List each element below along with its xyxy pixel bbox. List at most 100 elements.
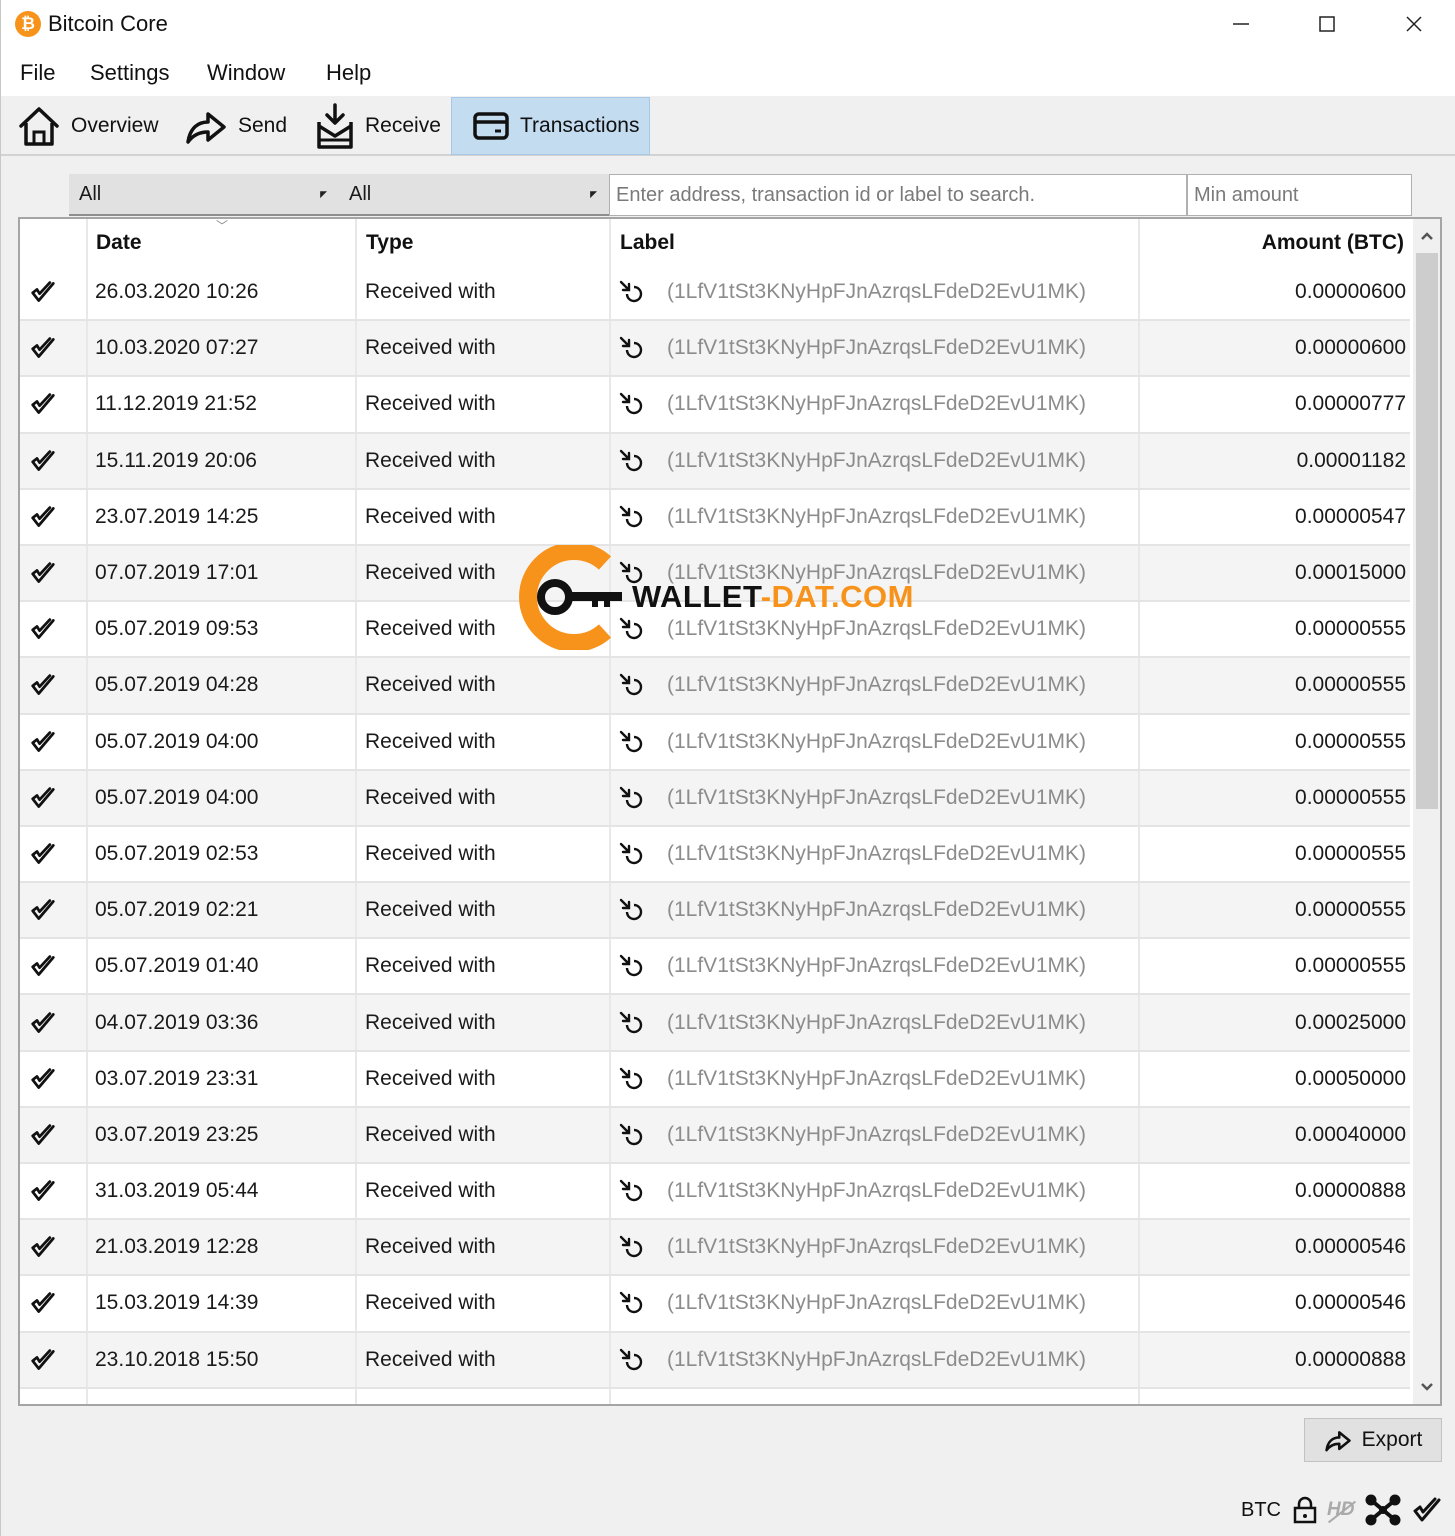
column-header-label[interactable]: Label bbox=[620, 231, 675, 255]
min-amount-input[interactable]: Min amount bbox=[1187, 174, 1412, 216]
transaction-date: 23.07.2019 14:25 bbox=[95, 504, 259, 528]
transaction-label: (1LfV1tSt3KNyHpFJnAzrqsLFdeD2EvU1MK) bbox=[667, 561, 1086, 585]
column-divider bbox=[1138, 995, 1140, 1050]
tab-transactions[interactable]: Transactions bbox=[451, 97, 650, 155]
column-divider bbox=[1138, 1332, 1140, 1387]
table-row[interactable]: 05.07.2019 09:53 Received with (1LfV1tSt3K… bbox=[20, 602, 1410, 659]
table-row[interactable]: 31.03.2019 05:44 Received with (1LfV1tSt3K… bbox=[20, 1164, 1410, 1221]
date-filter-value: All bbox=[79, 182, 102, 205]
tab-receive[interactable]: Receive bbox=[315, 97, 441, 155]
menu-file[interactable]: File bbox=[20, 60, 55, 86]
window-title: Bitcoin Core bbox=[48, 11, 168, 36]
transaction-label: (1LfV1tSt3KNyHpFJnAzrqsLFdeD2EvU1MK) bbox=[667, 1235, 1086, 1259]
column-divider bbox=[609, 714, 611, 769]
transaction-label: (1LfV1tSt3KNyHpFJnAzrqsLFdeD2EvU1MK) bbox=[667, 1010, 1086, 1034]
table-row[interactable]: 05.07.2019 04:28 Received with (1LfV1tSt3K… bbox=[20, 658, 1410, 715]
column-divider bbox=[355, 1164, 357, 1219]
tab-send[interactable]: Send bbox=[184, 97, 287, 155]
transaction-date: 23.10.2018 15:50 bbox=[95, 1347, 259, 1371]
search-input[interactable]: Enter address, transaction id or label t… bbox=[609, 174, 1187, 216]
column-divider bbox=[86, 714, 88, 769]
transaction-label: (1LfV1tSt3KNyHpFJnAzrqsLFdeD2EvU1MK) bbox=[667, 336, 1086, 360]
table-row[interactable]: 05.07.2019 04:00 Received with (1LfV1tSt3K… bbox=[20, 714, 1410, 771]
transaction-type: Received with bbox=[365, 336, 496, 360]
column-divider bbox=[1138, 602, 1140, 657]
table-row[interactable]: 03.07.2019 23:31 Received with (1LfV1tSt3K… bbox=[20, 1051, 1410, 1108]
table-row[interactable]: 10.03.2020 07:27 Received with (1LfV1tSt3K… bbox=[20, 321, 1410, 378]
table-row[interactable]: 11.12.2019 21:52 Received with (1LfV1tSt3K… bbox=[20, 377, 1410, 434]
close-button[interactable] bbox=[1371, 0, 1455, 48]
table-row[interactable]: 04.07.2019 03:36 Received with (1LfV1tSt3K… bbox=[20, 995, 1410, 1052]
status-bar: BTC HD bbox=[1241, 1490, 1452, 1530]
table-row[interactable]: 15.03.2019 14:39 Received with (1LfV1tSt3K… bbox=[20, 1276, 1410, 1333]
menu-help[interactable]: Help bbox=[326, 60, 371, 86]
column-divider bbox=[355, 545, 357, 601]
transaction-label: (1LfV1tSt3KNyHpFJnAzrqsLFdeD2EvU1MK) bbox=[667, 1066, 1086, 1090]
column-divider bbox=[1138, 939, 1140, 994]
transaction-amount: 0.00000555 bbox=[1295, 729, 1406, 753]
scroll-down-button[interactable] bbox=[1413, 1374, 1440, 1400]
table-row[interactable]: 23.07.2019 14:25 Received with (1LfV1tSt3K… bbox=[20, 489, 1410, 546]
maximize-button[interactable] bbox=[1284, 0, 1370, 48]
scrollbar-thumb[interactable] bbox=[1416, 253, 1438, 809]
column-header-amount[interactable]: Amount (BTC) bbox=[1262, 231, 1404, 255]
confirmed-check-icon bbox=[28, 490, 58, 544]
table-row[interactable]: 26.03.2020 10:26 Received with (1LfV1tSt3K… bbox=[20, 265, 1410, 322]
table-header: Date ﹀ Type Label Amount (BTC) bbox=[20, 219, 1410, 265]
menu-window[interactable]: Window bbox=[207, 60, 285, 86]
synced-check-icon[interactable] bbox=[1412, 1496, 1442, 1524]
chevron-up-icon bbox=[1420, 232, 1433, 240]
table-row[interactable] bbox=[20, 1388, 1410, 1404]
vertical-scrollbar[interactable] bbox=[1413, 219, 1440, 1404]
display-unit-selector[interactable]: BTC bbox=[1241, 1499, 1281, 1522]
menu-settings[interactable]: Settings bbox=[90, 60, 170, 86]
network-icon[interactable] bbox=[1364, 1493, 1402, 1527]
table-row[interactable]: 23.10.2018 15:50 Received with (1LfV1tSt3K… bbox=[20, 1332, 1410, 1389]
transaction-date: 10.03.2020 07:27 bbox=[95, 336, 259, 360]
received-arrow-icon bbox=[618, 995, 644, 1049]
column-divider bbox=[609, 1164, 611, 1219]
transaction-amount: 0.00000555 bbox=[1295, 785, 1406, 809]
transaction-type: Received with bbox=[365, 448, 496, 472]
table-row[interactable]: 15.11.2019 20:06 Received with (1LfV1tSt3K… bbox=[20, 433, 1410, 490]
export-button[interactable]: Export bbox=[1304, 1418, 1442, 1462]
received-arrow-icon bbox=[618, 265, 644, 319]
column-divider bbox=[86, 770, 88, 825]
table-row[interactable]: 05.07.2019 02:21 Received with (1LfV1tSt3K… bbox=[20, 883, 1410, 940]
column-divider bbox=[86, 377, 88, 432]
column-divider bbox=[355, 602, 357, 657]
transaction-date: 31.03.2019 05:44 bbox=[95, 1179, 259, 1203]
confirmed-check-icon bbox=[28, 546, 58, 600]
bitcoin-logo-icon: ₿ bbox=[15, 11, 41, 37]
column-divider bbox=[86, 1107, 88, 1162]
transaction-amount: 0.00001182 bbox=[1296, 448, 1406, 472]
transaction-date: 03.07.2019 23:31 bbox=[95, 1066, 259, 1090]
transaction-date: 05.07.2019 04:28 bbox=[95, 673, 259, 697]
transaction-label: (1LfV1tSt3KNyHpFJnAzrqsLFdeD2EvU1MK) bbox=[667, 954, 1086, 978]
transaction-date: 21.03.2019 12:28 bbox=[95, 1235, 259, 1259]
type-filter-select[interactable]: All ◤ bbox=[339, 174, 609, 216]
minimize-button[interactable] bbox=[1198, 0, 1284, 48]
transaction-label: (1LfV1tSt3KNyHpFJnAzrqsLFdeD2EvU1MK) bbox=[667, 1179, 1086, 1203]
date-filter-select[interactable]: All ◤ bbox=[69, 174, 339, 216]
tab-overview[interactable]: Overview bbox=[17, 97, 159, 155]
column-divider bbox=[86, 1220, 88, 1275]
scroll-up-button[interactable] bbox=[1413, 223, 1440, 249]
column-header-type[interactable]: Type bbox=[366, 231, 413, 255]
table-row[interactable]: 05.07.2019 02:53 Received with (1LfV1tSt3K… bbox=[20, 826, 1410, 884]
menu-bar: File Settings Window Help bbox=[1, 50, 1455, 96]
table-row[interactable]: 21.03.2019 12:28 Received with (1LfV1tSt3K… bbox=[20, 1220, 1410, 1277]
column-divider bbox=[609, 826, 611, 882]
transaction-type: Received with bbox=[365, 898, 496, 922]
chevron-down-icon bbox=[1420, 1383, 1433, 1391]
table-row[interactable]: 05.07.2019 04:00 Received with (1LfV1tSt3K… bbox=[20, 770, 1410, 827]
transaction-type: Received with bbox=[365, 617, 496, 641]
transaction-type: Received with bbox=[365, 729, 496, 753]
transaction-amount: 0.00000555 bbox=[1295, 673, 1406, 697]
table-row[interactable]: 05.07.2019 01:40 Received with (1LfV1tSt3K… bbox=[20, 939, 1410, 996]
column-header-date[interactable]: Date bbox=[96, 231, 142, 255]
column-divider bbox=[355, 939, 357, 994]
column-divider bbox=[1138, 658, 1140, 713]
table-row[interactable]: 03.07.2019 23:25 Received with (1LfV1tSt3K… bbox=[20, 1107, 1410, 1164]
table-row[interactable]: 07.07.2019 17:01 Received with (1LfV1tSt3K… bbox=[20, 545, 1410, 603]
